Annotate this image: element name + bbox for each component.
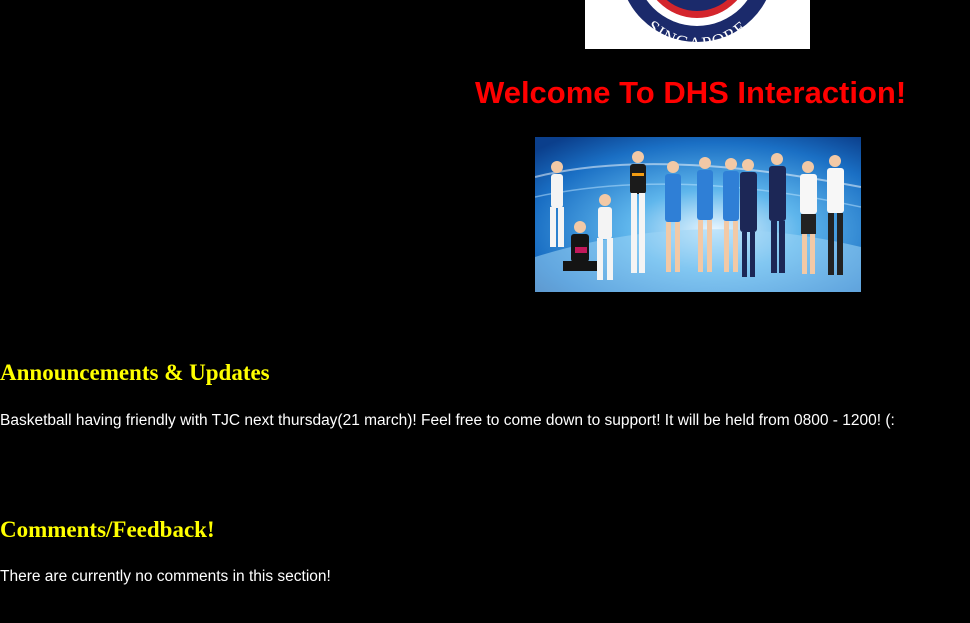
cca-group-photo bbox=[535, 137, 861, 292]
announcement-text: Basketball having friendly with TJC next… bbox=[0, 412, 895, 429]
comments-heading: Comments/Feedback! bbox=[0, 517, 215, 542]
announcements-heading: Announcements & Updates bbox=[0, 360, 270, 385]
comments-empty-text: There are currently no comments in this … bbox=[0, 568, 331, 585]
school-logo: SINGAPORE bbox=[585, 0, 810, 49]
page-title: Welcome To DHS Interaction! bbox=[475, 75, 907, 110]
school-crest-icon: SINGAPORE bbox=[627, 0, 767, 49]
